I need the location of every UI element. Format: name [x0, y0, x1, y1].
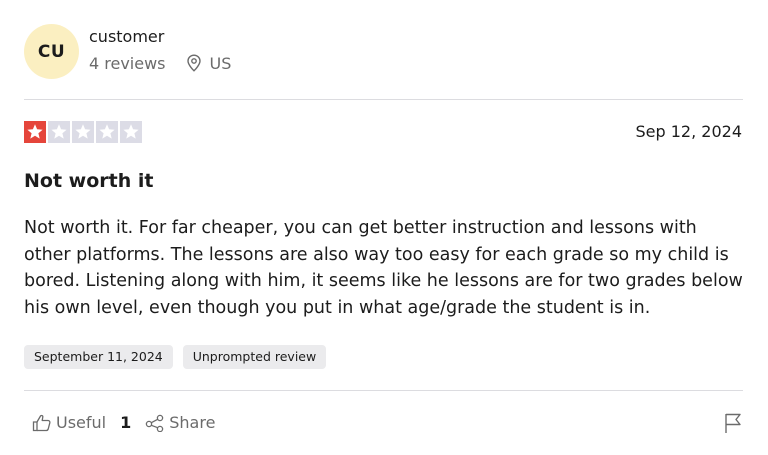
- unprompted-review-tag[interactable]: Unprompted review: [182, 345, 327, 369]
- review-tags: September 11, 2024 Unprompted review: [24, 345, 327, 369]
- star-empty-icon: [48, 121, 70, 143]
- reviewer-header: CU customer 4 reviews US: [24, 24, 231, 79]
- location-label: US: [209, 53, 232, 73]
- divider-top: [24, 99, 743, 100]
- star-empty-icon: [96, 121, 118, 143]
- reviewer-name[interactable]: customer: [89, 27, 231, 47]
- avatar[interactable]: CU: [24, 24, 79, 79]
- star-empty-icon: [72, 121, 94, 143]
- date-of-experience-tag: September 11, 2024: [24, 345, 173, 369]
- review-count: 4 reviews: [89, 53, 166, 73]
- reviewer-meta: 4 reviews US: [89, 54, 231, 73]
- useful-button[interactable]: Useful: [32, 413, 106, 432]
- reviewer-location: US: [186, 53, 232, 73]
- flag-icon: [725, 413, 741, 433]
- reviewer-info: customer 4 reviews US: [89, 27, 231, 73]
- review-actions: Useful 1 Share: [32, 413, 215, 432]
- divider-bottom: [24, 390, 743, 391]
- useful-count: 1: [120, 413, 132, 432]
- review-title: Not worth it: [24, 170, 154, 192]
- report-button[interactable]: [724, 412, 742, 438]
- location-pin-icon: [186, 54, 201, 72]
- star-rating: [24, 121, 142, 143]
- share-button[interactable]: Share: [145, 413, 215, 432]
- share-icon: [146, 414, 164, 432]
- star-empty-icon: [120, 121, 142, 143]
- star-filled-icon: [24, 121, 46, 143]
- share-label: Share: [169, 413, 216, 432]
- review-date: Sep 12, 2024: [635, 122, 743, 141]
- thumbs-up-icon: [32, 414, 51, 431]
- review-text: Not worth it. For far cheaper, you can g…: [24, 218, 743, 318]
- useful-label: Useful: [56, 413, 107, 432]
